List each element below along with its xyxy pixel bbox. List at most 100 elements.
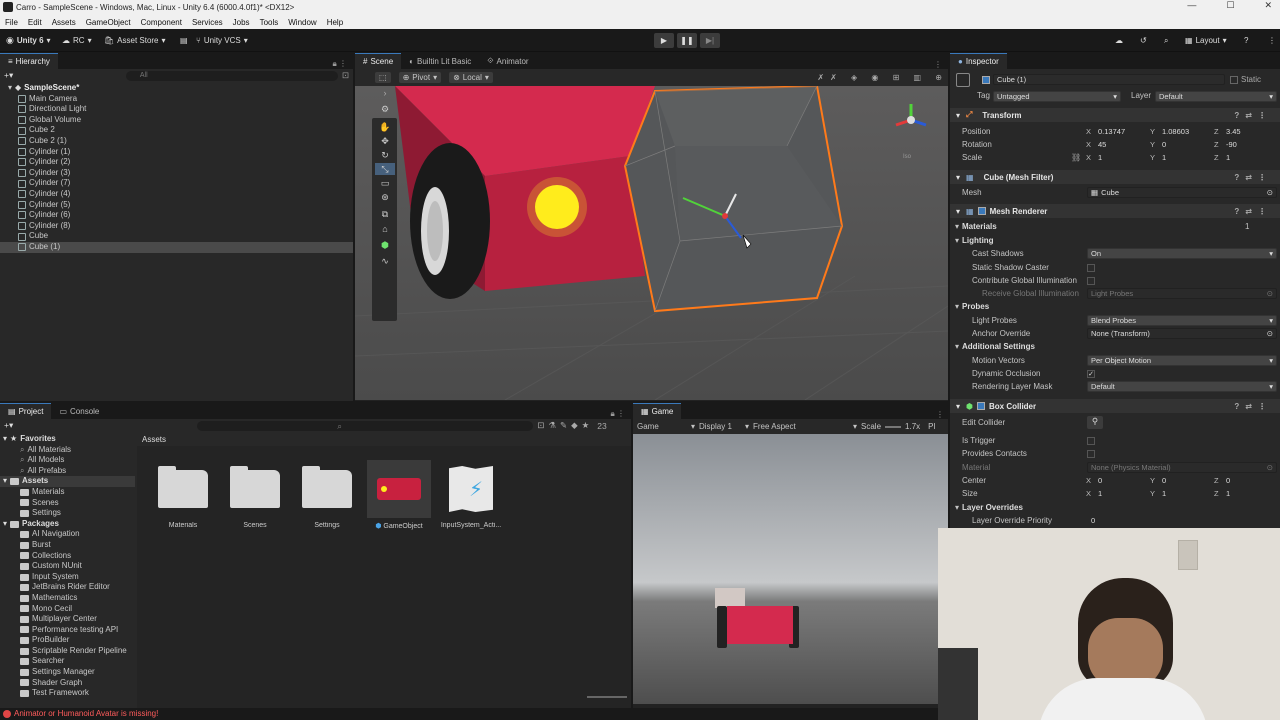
zoom-slider[interactable] — [587, 696, 627, 698]
box-collider-checkbox[interactable] — [977, 402, 985, 410]
tab-builtin-lit-basic[interactable]: ◐ Builtin Lit Basic — [401, 53, 479, 69]
menu-assets[interactable]: Assets — [47, 18, 81, 27]
axis-x-field[interactable]: 45 — [1094, 139, 1148, 150]
tree-package[interactable]: Test Framework — [0, 688, 135, 699]
anchor-override-field[interactable]: None (Transform) ⊙ — [1087, 328, 1277, 339]
layer-override-priority-field[interactable]: 0 — [1087, 515, 1277, 526]
tab-animator[interactable]: ⟐ Animator — [479, 53, 536, 69]
layer-dropdown[interactable]: Default ▾ — [1155, 91, 1277, 102]
mesh-field[interactable]: ▦ Cube ⊙ — [1087, 187, 1277, 198]
menu-file[interactable]: File — [0, 18, 23, 27]
lock-icon[interactable]: 🔒︎ ⋮ — [333, 59, 347, 69]
menu-help[interactable]: Help — [322, 18, 348, 27]
axis-y-field[interactable]: 1 — [1158, 488, 1212, 499]
static-shadow-checkbox[interactable] — [1087, 264, 1095, 272]
menu-component[interactable]: Component — [136, 18, 187, 27]
more-icon[interactable]: ⋮ — [1268, 33, 1276, 48]
scene-view-options[interactable]: ✗✗ ◈ ◉ ⊞ ▥ ⊕ — [817, 73, 948, 82]
project-search-input[interactable]: ⌕ — [197, 420, 534, 431]
spline-tool-icon[interactable]: ∿ — [375, 255, 395, 267]
axis-y-field[interactable]: 0 — [1158, 475, 1212, 486]
local-dropdown[interactable]: ⊗ Local ▾ — [449, 72, 493, 83]
asset-item[interactable]: ⬢ GameObject — [367, 460, 431, 530]
menu-jobs[interactable]: Jobs — [228, 18, 255, 27]
scale-tool-icon[interactable]: ⤡ — [375, 163, 395, 175]
account-button[interactable]: ◉ Unity 6 ▾ — [6, 33, 51, 48]
axis-z-field[interactable]: 1 — [1222, 488, 1276, 499]
axis-z-field[interactable]: -90 — [1222, 139, 1276, 150]
cast-shadows-dropdown[interactable]: On ▾ — [1087, 248, 1277, 259]
tab-inspector[interactable]: ● Inspector — [950, 53, 1007, 69]
expand-icon[interactable]: ▾ — [8, 83, 12, 94]
axis-z-field[interactable]: 1 — [1222, 152, 1276, 163]
rect-tool-icon[interactable]: ▭ — [375, 177, 395, 189]
search-options-icon[interactable]: ⊡ — [342, 70, 349, 81]
tree-folder[interactable]: Scenes — [0, 498, 135, 509]
collab-icon[interactable]: ▤ — [180, 33, 188, 48]
menu-gameobject[interactable]: GameObject — [81, 18, 136, 27]
aspect-dropdown[interactable]: Free Aspect ▾ — [753, 422, 857, 431]
axis-z-field[interactable]: 0 — [1222, 475, 1276, 486]
scene-root[interactable]: ▾ ◆ SampleScene* — [8, 83, 353, 94]
pause-button[interactable]: ❚❚ — [677, 33, 697, 48]
mesh-renderer-header[interactable]: ▾ ▦ Mesh Renderer ?⇄⋮ — [950, 204, 1280, 218]
tree-package[interactable]: Burst — [0, 540, 135, 551]
tree-package[interactable]: Custom NUnit — [0, 561, 135, 572]
asset-item[interactable]: Scenes — [223, 460, 287, 529]
tree-section[interactable]: ▾ ★ Favorites — [0, 434, 135, 445]
status-message[interactable]: Animator or Humanoid Avatar is missing! — [14, 709, 158, 718]
tab-game[interactable]: ▦ Game — [633, 403, 682, 419]
vcs-button[interactable]: ⑂ Unity VCS ▾ — [196, 33, 248, 48]
constrain-proportions-icon[interactable]: ⛓ — [1071, 153, 1081, 162]
foldout-icon[interactable]: ▾ — [955, 222, 959, 231]
asset-store-button[interactable]: 🛍 Asset Store ▾ — [104, 33, 166, 48]
cloud-icon[interactable]: ☁ — [1115, 33, 1123, 48]
tree-package[interactable]: Scriptable Render Pipeline — [0, 646, 135, 657]
project-filter-icons[interactable]: ⊡⚗✎◆★ — [537, 420, 593, 431]
axis-x-field[interactable]: 0 — [1094, 475, 1148, 486]
menu-tools[interactable]: Tools — [255, 18, 284, 27]
probuilder-tool-icon[interactable]: ⌂ — [375, 223, 395, 235]
project-add-icon[interactable]: +▾ — [4, 420, 13, 431]
history-icon[interactable]: ↺ — [1140, 33, 1147, 48]
motion-vectors-dropdown[interactable]: Per Object Motion ▾ — [1087, 355, 1277, 366]
hierarchy-item[interactable]: Cylinder (5) — [0, 200, 353, 211]
rc-button[interactable]: ☁ RC ▾ — [62, 33, 92, 48]
custom-tool-icon[interactable]: ⧉ — [375, 208, 395, 220]
game-viewport[interactable] — [633, 434, 948, 704]
tree-package[interactable]: Mono Cecil — [0, 604, 135, 615]
mesh-filter-header[interactable]: ▾ ▦ Cube (Mesh Filter) ?⇄⋮ — [950, 170, 1280, 184]
axis-x-field[interactable]: 1 — [1094, 488, 1148, 499]
scene-viewport[interactable]: Iso — [355, 86, 948, 400]
scene-menu-icon[interactable]: ⋮ — [934, 60, 942, 69]
hierarchy-item[interactable]: Cylinder (8) — [0, 221, 353, 232]
expand-icon[interactable]: ▾ — [3, 519, 7, 530]
tree-package[interactable]: Multiplayer Center — [0, 614, 135, 625]
rotate-tool-icon[interactable]: ↻ — [375, 149, 395, 161]
tag-dropdown[interactable]: Untagged ▾ — [993, 91, 1121, 102]
tree-package[interactable]: JetBrains Rider Editor — [0, 582, 135, 593]
display-dropdown[interactable]: Display 1 ▾ — [699, 422, 749, 431]
tab-hierarchy[interactable]: ≡ Hierarchy — [0, 53, 58, 69]
step-button[interactable]: ▶| — [700, 33, 720, 48]
active-checkbox[interactable] — [982, 76, 990, 84]
expand-icon[interactable]: ▾ — [3, 434, 7, 445]
hierarchy-item[interactable]: Cylinder (4) — [0, 189, 353, 200]
search-input[interactable]: All — [125, 70, 338, 81]
play-focused-label[interactable]: Pl — [928, 422, 935, 431]
tree-item[interactable]: ⌕ All Prefabs — [0, 466, 135, 477]
tree-package[interactable]: Settings Manager — [0, 667, 135, 678]
tool-settings-icon[interactable]: ⚙ — [375, 103, 395, 115]
maximize-icon[interactable]: ☐ — [1226, 0, 1234, 15]
hierarchy-item[interactable]: Cube (1) — [0, 241, 353, 253]
component-menu-icons[interactable]: ?⇄⋮ — [1234, 111, 1272, 120]
tree-package[interactable]: Input System — [0, 572, 135, 583]
axis-y-field[interactable]: 1.08603 — [1158, 126, 1212, 137]
object-name-field[interactable]: Cube (1) — [993, 74, 1225, 85]
light-probes-dropdown[interactable]: Blend Probes ▾ — [1087, 315, 1277, 326]
box-collider-header[interactable]: ▾ ⬢ Box Collider ?⇄⋮ — [950, 399, 1280, 413]
tree-package[interactable]: AI Navigation — [0, 529, 135, 540]
hierarchy-item[interactable]: Cylinder (3) — [0, 168, 353, 179]
probuilder-cube-icon[interactable]: ⬢ — [375, 239, 395, 251]
tree-package[interactable]: Mathematics — [0, 593, 135, 604]
